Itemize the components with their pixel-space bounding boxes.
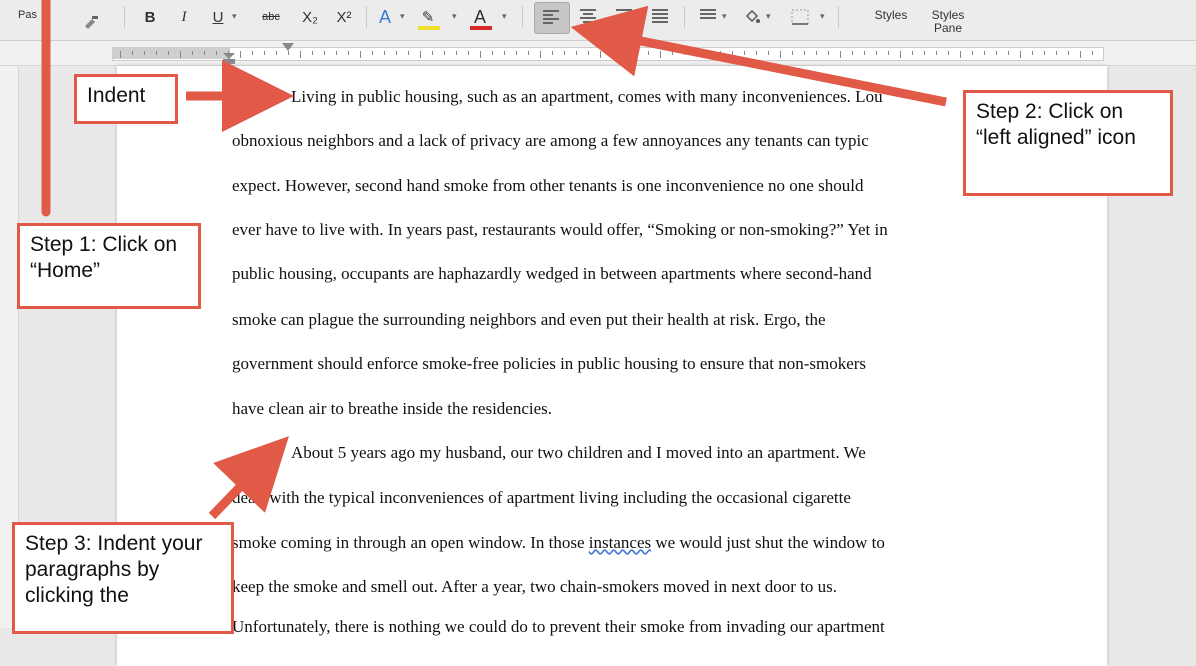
callout-indent: Indent <box>74 74 178 124</box>
step3-arrow <box>208 436 289 520</box>
callout-step1: Step 1: Click on “Home” <box>17 223 201 309</box>
step2-arrow <box>570 5 947 107</box>
callout-step3: Step 3: Indent your paragraphs by clicki… <box>12 522 234 634</box>
callout-step2: Step 2: Click on “left aligned” icon <box>963 90 1173 196</box>
